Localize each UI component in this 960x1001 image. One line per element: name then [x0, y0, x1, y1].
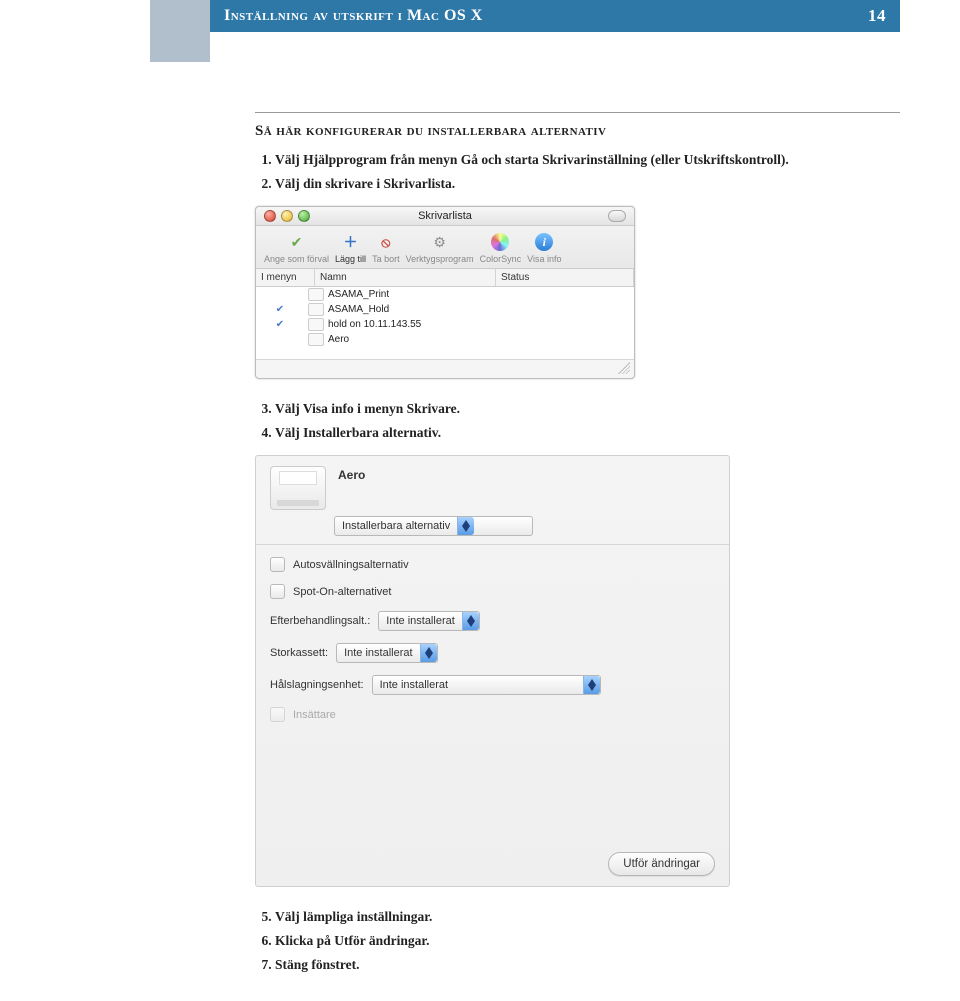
table-row[interactable]: ✔ Aero — [256, 332, 634, 347]
page-number: 14 — [868, 6, 886, 26]
toolbar-add[interactable]: ＋ Lägg till — [335, 232, 366, 264]
step-6: Klicka på Utför ändringar. — [275, 933, 900, 949]
row-name: ASAMA_Hold — [328, 304, 389, 315]
section-select-value: Installerbara alternativ — [342, 520, 450, 532]
step-5: Välj lämpliga inställningar. — [275, 909, 900, 925]
step-1: Välj Hjälpprogram från menyn Gå och star… — [275, 152, 900, 168]
minimize-icon[interactable] — [281, 210, 293, 222]
option-auto[interactable]: Autosvällningsalternativ — [270, 557, 715, 572]
row-name: Aero — [328, 334, 349, 345]
toolbar-label: Ta bort — [372, 254, 400, 264]
list-body: ✔ ASAMA_Print ✔ ASAMA_Hold ✔ hold on 10.… — [256, 287, 634, 360]
zoom-icon[interactable] — [298, 210, 310, 222]
printer-icon — [308, 318, 324, 331]
side-accent — [150, 0, 210, 62]
select-value: Inte installerat — [344, 647, 412, 659]
toolbar: ✔ Ange som förval ＋ Lägg till ⦸ Ta bort … — [256, 226, 634, 269]
step-3: Välj Visa info i menyn Skrivare. — [275, 401, 900, 417]
option-storkassett: Storkassett: Inte installerat — [270, 643, 715, 663]
option-insattare: Insättare — [270, 707, 715, 722]
row-check[interactable]: ✔ — [256, 334, 304, 345]
chevron-updown-icon — [457, 517, 474, 535]
printer-list-window: Skrivarlista ✔ Ange som förval ＋ Lägg ti… — [255, 206, 635, 379]
toolbar-utility[interactable]: ⚙ Verktygsprogram — [406, 232, 474, 264]
option-label: Hålslagningsenhet: — [270, 679, 364, 691]
steps-list: Välj Hjälpprogram från menyn Gå och star… — [255, 152, 900, 192]
select-storkassett[interactable]: Inte installerat — [336, 643, 437, 663]
step-2: Välj din skrivare i Skrivarlista. — [275, 176, 900, 192]
step-4: Välj Installerbara alternativ. — [275, 425, 900, 441]
printer-icon — [270, 466, 326, 510]
toolbar-colorsync[interactable]: ColorSync — [480, 232, 522, 264]
resize-grip[interactable] — [256, 360, 634, 378]
option-label: Storkassett: — [270, 647, 328, 659]
printer-icon — [308, 288, 324, 301]
page-header: Inställning av utskrift i Mac OS X 14 — [210, 0, 900, 32]
select-value: Inte installerat — [386, 615, 454, 627]
select-efterbehandling[interactable]: Inte installerat — [378, 611, 479, 631]
chevron-updown-icon — [583, 676, 600, 694]
chevron-updown-icon — [462, 612, 479, 630]
section-select[interactable]: Installerbara alternativ — [334, 516, 533, 536]
row-check[interactable]: ✔ — [256, 289, 304, 300]
toolbar-show-info[interactable]: i Visa info — [527, 232, 561, 264]
table-row[interactable]: ✔ hold on 10.11.143.55 — [256, 317, 634, 332]
option-label: Autosvällningsalternativ — [293, 559, 409, 571]
apply-button[interactable]: Utför ändringar — [608, 852, 715, 876]
toolbar-label: Lägg till — [335, 254, 366, 264]
option-halslagning: Hålslagningsenhet: Inte installerat — [270, 675, 715, 695]
colorsync-icon — [487, 232, 513, 252]
printer-name: Aero — [338, 468, 365, 482]
checkbox[interactable] — [270, 584, 285, 599]
stop-icon: ⦸ — [373, 232, 399, 252]
close-icon[interactable] — [264, 210, 276, 222]
steps-list: Välj lämpliga inställningar. Klicka på U… — [255, 909, 900, 973]
toolbar-remove[interactable]: ⦸ Ta bort — [372, 232, 400, 264]
row-name: hold on 10.11.143.55 — [328, 319, 421, 330]
table-row[interactable]: ✔ ASAMA_Hold — [256, 302, 634, 317]
chevron-updown-icon — [420, 644, 437, 662]
list-header: I menyn Namn Status — [256, 269, 634, 287]
info-icon: i — [531, 232, 557, 252]
option-label: Spot-On-alternativet — [293, 586, 391, 598]
printer-icon — [308, 303, 324, 316]
table-row[interactable]: ✔ ASAMA_Print — [256, 287, 634, 302]
col-name[interactable]: Namn — [315, 269, 496, 286]
toolbar-label: Verktygsprogram — [406, 254, 474, 264]
option-spot-on[interactable]: Spot-On-alternativet — [270, 584, 715, 599]
window-title: Skrivarlista — [256, 210, 634, 222]
row-name: ASAMA_Print — [328, 289, 389, 300]
plus-icon: ＋ — [338, 232, 364, 252]
checkbox[interactable] — [270, 557, 285, 572]
steps-list: Välj Visa info i menyn Skrivare. Välj In… — [255, 401, 900, 441]
toolbar-set-default[interactable]: ✔ Ange som förval — [264, 232, 329, 264]
checkbox — [270, 707, 285, 722]
toolbar-label: Ange som förval — [264, 254, 329, 264]
col-status[interactable]: Status — [496, 269, 634, 286]
section-rule — [255, 112, 900, 113]
printer-info-pane: Aero Installerbara alternativ Autosvälln… — [255, 455, 730, 887]
option-label: Efterbehandlingsalt.: — [270, 615, 370, 627]
toolbar-label: ColorSync — [480, 254, 522, 264]
window-titlebar[interactable]: Skrivarlista — [256, 207, 634, 226]
grip-icon — [618, 362, 630, 374]
select-value: Inte installerat — [380, 679, 448, 691]
row-check[interactable]: ✔ — [256, 304, 304, 315]
traffic-lights — [264, 210, 310, 222]
apply-button-label: Utför ändringar — [623, 858, 700, 870]
printer-icon — [308, 333, 324, 346]
option-label: Insättare — [293, 709, 336, 721]
section-heading: Så här konfigurerar du installerbara alt… — [255, 123, 900, 140]
page-title: Inställning av utskrift i Mac OS X — [224, 7, 483, 25]
select-halslagning[interactable]: Inte installerat — [372, 675, 601, 695]
toolbar-toggle-pill[interactable] — [608, 210, 626, 222]
step-7: Stäng fönstret. — [275, 957, 900, 973]
toolbar-label: Visa info — [527, 254, 561, 264]
gear-icon: ⚙ — [427, 232, 453, 252]
option-efterbehandling: Efterbehandlingsalt.: Inte installerat — [270, 611, 715, 631]
col-menu[interactable]: I menyn — [256, 269, 315, 286]
row-check[interactable]: ✔ — [256, 319, 304, 330]
check-icon: ✔ — [284, 232, 310, 252]
